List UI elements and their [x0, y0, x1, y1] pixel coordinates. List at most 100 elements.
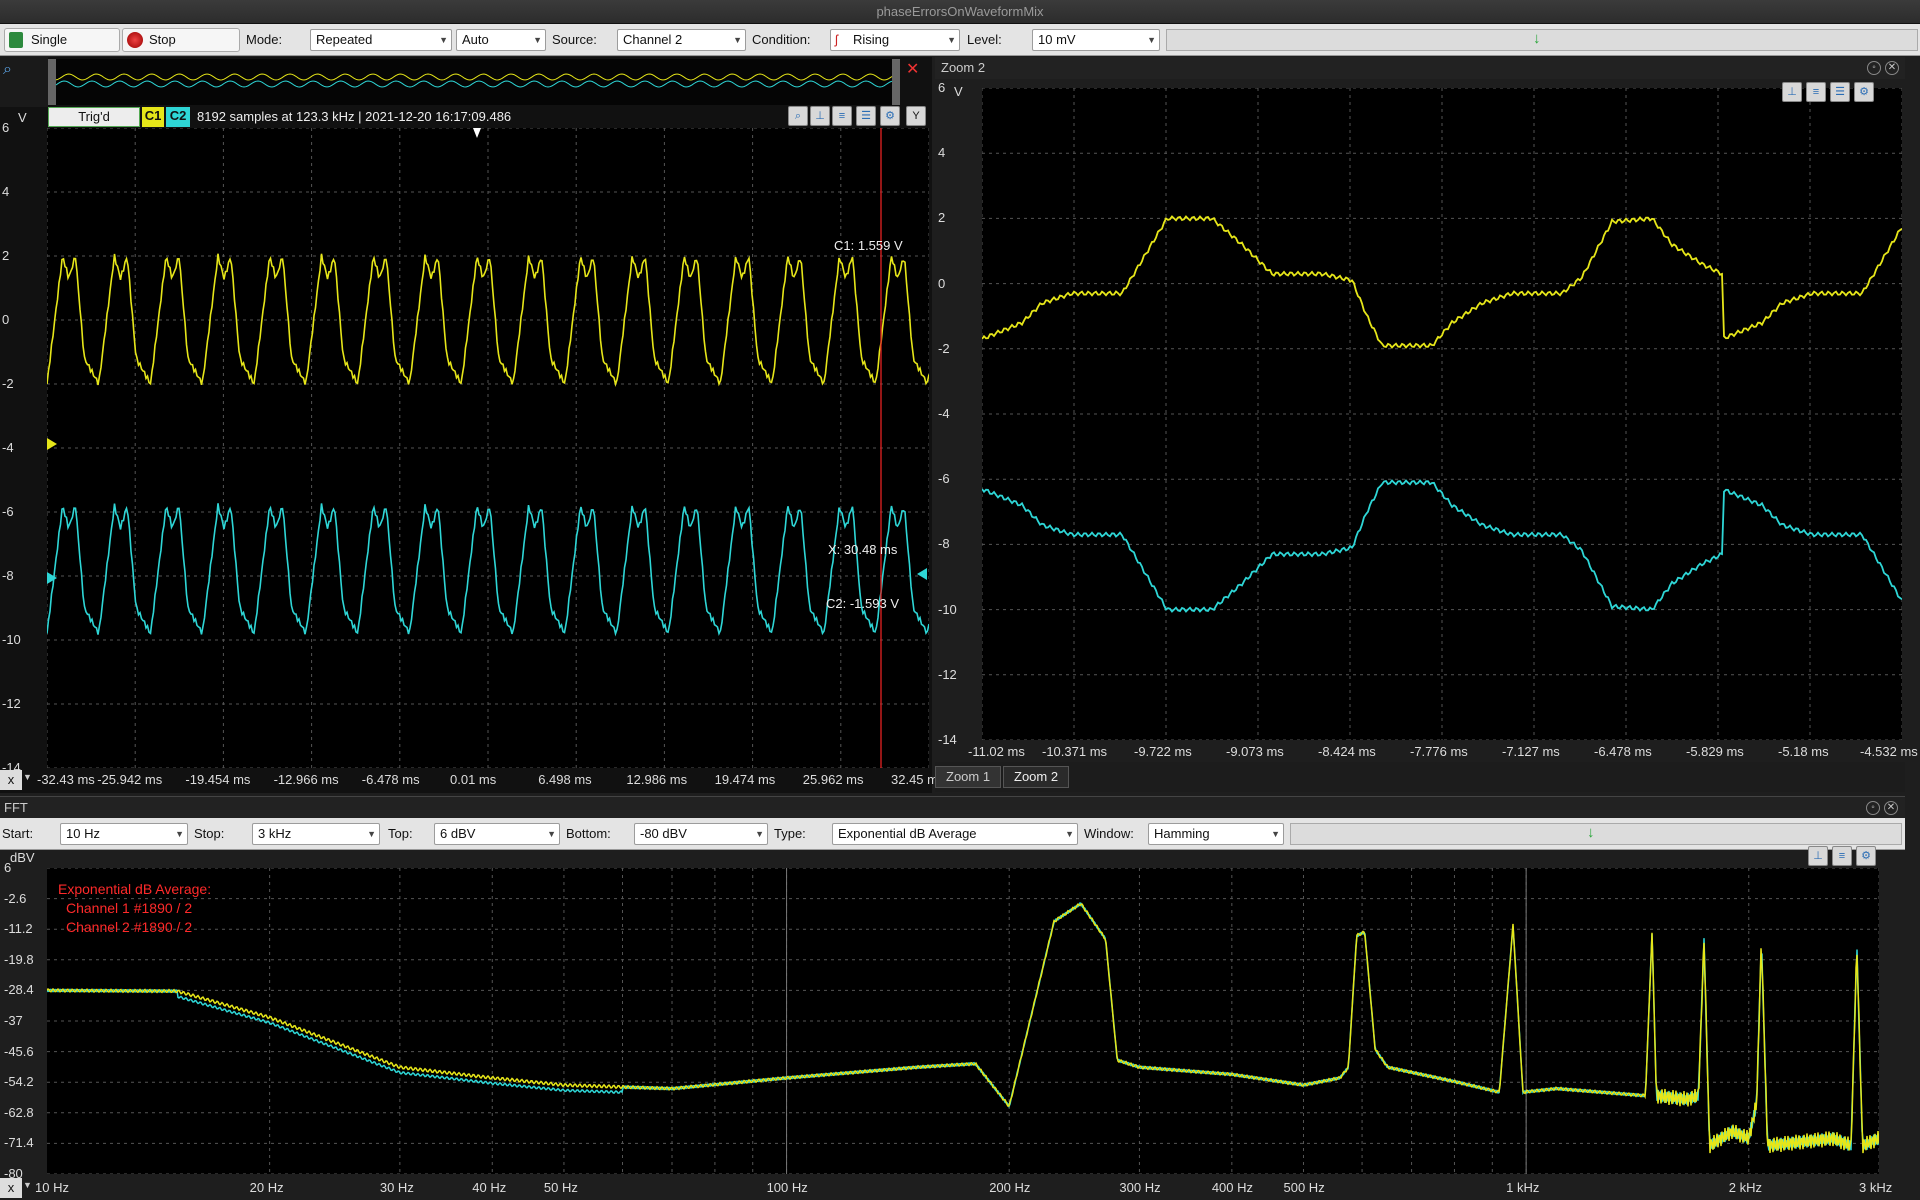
settings-icon[interactable]: ⚙ [1854, 82, 1874, 102]
settings-icon[interactable]: ⚙ [880, 106, 900, 126]
fft-top-label: Top: [388, 826, 413, 841]
chevron-down-icon: ▼ [367, 829, 376, 839]
scope-y-tick-label: 6 [2, 120, 10, 135]
single-icon [9, 32, 23, 48]
fft-bottom-label: Bottom: [566, 826, 611, 841]
zoom-y-tick-label: -4 [938, 406, 950, 421]
acquisition-info: 8192 samples at 123.3 kHz | 2021-12-20 1… [197, 109, 512, 124]
fft-x-tick-label: 1 kHz [1506, 1180, 1540, 1195]
zoom-y-tick-label: -14 [938, 732, 957, 747]
source-label: Source: [552, 32, 597, 47]
c2-badge[interactable]: C2 [166, 107, 190, 127]
fft-top-value: 6 dBV [440, 826, 476, 841]
cursor-tool-icon[interactable]: ⊥ [810, 106, 830, 126]
restore-icon[interactable]: ◦ [1866, 801, 1880, 815]
zoom-y-tick-label: -2 [938, 340, 950, 356]
close-icon[interactable]: ✕ [906, 59, 919, 79]
fft-y-tick-label: -11.2 [4, 921, 33, 937]
trigger-level-marker-icon[interactable] [917, 568, 927, 580]
overview-strip[interactable] [48, 59, 900, 105]
zoom-icon[interactable]: ⌕ [3, 61, 12, 79]
scope-y-tick-label: -6 [2, 504, 14, 519]
trigger-level-slider[interactable] [1166, 29, 1918, 51]
scope-y-tick-label: 4 [2, 184, 10, 199]
zoom-x-tick-label: -7.127 ms [1502, 744, 1560, 759]
fft-legend-channel1: Channel 1 #1890 / 2 [66, 900, 193, 916]
fft-toolbar: Start: 10 Hz ▼ Stop: 3 kHz ▼ Top: 6 dBV ▼ B… [0, 818, 1905, 850]
tab-zoom-2[interactable]: Zoom 2 [1003, 766, 1070, 788]
measure-tool-icon[interactable]: ≡ [1832, 846, 1852, 866]
zoom-x-tick-label: -7.776 ms [1410, 744, 1468, 759]
zoom-x-tick-label: -5.18 ms [1778, 744, 1829, 759]
list-tool-icon[interactable]: ☰ [856, 106, 876, 126]
fft-legend-channel2: Channel 2 #1890 / 2 [66, 919, 193, 935]
auto-select[interactable]: Auto ▼ [456, 29, 546, 51]
chevron-down-icon: ▼ [533, 35, 542, 45]
chevron-down-icon[interactable]: ▼ [23, 1180, 32, 1190]
c1-badge[interactable]: C1 [142, 107, 164, 127]
scope-y-tick-label: 2 [2, 248, 10, 263]
scope-y-tick-label: -12 [2, 696, 21, 711]
window-title: phaseErrorsOnWaveformMix [0, 0, 1920, 24]
scope-y-tick-label: 0 [2, 312, 10, 327]
fft-x-tick-label: 40 Hz [472, 1180, 507, 1195]
fft-x-tick-label: 50 Hz [543, 1180, 578, 1195]
zoom-x-tick-label: -8.424 ms [1318, 744, 1376, 759]
level-input[interactable]: 10 mV ▼ [1032, 29, 1160, 51]
tab-zoom-1[interactable]: Zoom 1 [935, 766, 1002, 788]
fft-y-tick-label: -19.8 [4, 951, 34, 967]
zoom-y-tick-label: 6 [938, 80, 946, 95]
list-tool-icon[interactable]: ☰ [1830, 82, 1850, 102]
y-axis-button[interactable]: Y [906, 106, 926, 126]
measure-tool-icon[interactable]: ≡ [832, 106, 852, 126]
cursor-c1-readout: C1: 1.559 V [834, 238, 903, 253]
fft-slider[interactable] [1290, 823, 1902, 845]
fft-type-value: Exponential dB Average [838, 826, 977, 841]
fft-stop-input[interactable]: 3 kHz ▼ [252, 823, 380, 845]
level-label: Level: [967, 32, 1002, 47]
chevron-down-icon: ▼ [1147, 35, 1156, 45]
condition-select[interactable]: ʃ Rising ▼ [830, 29, 960, 51]
zoom-panel-header: Zoom 2 ◦ ✕ [935, 57, 1905, 79]
close-icon[interactable]: ✕ [1884, 801, 1898, 815]
settings-icon[interactable]: ⚙ [1856, 846, 1876, 866]
trigger-marker-icon[interactable] [473, 128, 481, 138]
fft-x-tick-label: 200 Hz [989, 1180, 1031, 1195]
scope-x-tick-label: -12.966 ms [273, 772, 339, 787]
fft-y-tick-label: -71.4 [4, 1135, 34, 1151]
fft-x-tick-label: 3 kHz [1859, 1180, 1893, 1195]
stop-button[interactable]: Stop [122, 28, 240, 52]
chevron-down-icon[interactable]: ▼ [23, 772, 32, 782]
close-icon[interactable]: ✕ [1885, 61, 1899, 75]
zoom-x-tick-label: -11.02 ms [968, 744, 1025, 759]
cursor-tool-icon[interactable]: ⊥ [1808, 846, 1828, 866]
scope-x-tick-label: 12.986 ms [626, 772, 688, 787]
scope-x-tick-label: 25.962 ms [802, 772, 864, 787]
fft-x-button[interactable]: x [0, 1178, 22, 1198]
ch2-offset-marker-icon[interactable] [47, 572, 57, 584]
scope-x-button[interactable]: x [0, 770, 22, 790]
fft-bottom-input[interactable]: -80 dBV ▼ [634, 823, 768, 845]
cursor-tool-icon[interactable]: ⊥ [1782, 82, 1802, 102]
zoom-tool-icon[interactable]: ⌕ [788, 106, 808, 126]
source-select[interactable]: Channel 2 ▼ [617, 29, 746, 51]
zoom-y-tick-label: -8 [938, 536, 950, 552]
restore-icon[interactable]: ◦ [1867, 61, 1881, 75]
fft-type-select[interactable]: Exponential dB Average ▼ [832, 823, 1078, 845]
fft-x-tick-label: 100 Hz [766, 1180, 808, 1195]
zoom-y-tick-label: -6 [938, 471, 950, 487]
single-button[interactable]: Single [4, 28, 120, 52]
fft-stop-value: 3 kHz [258, 826, 292, 841]
scope-x-tick-label: -32.43 ms [37, 772, 95, 787]
fft-window-select[interactable]: Hamming ▼ [1148, 823, 1284, 845]
zoom-y-tick-label: 4 [938, 145, 946, 161]
zoom-plot[interactable] [982, 88, 1902, 740]
stop-label: Stop [149, 32, 176, 47]
scope-plot[interactable] [47, 128, 929, 768]
fft-y-tick-label: -54.2 [4, 1074, 34, 1090]
measure-tool-icon[interactable]: ≡ [1806, 82, 1826, 102]
mode-select[interactable]: Repeated ▼ [310, 29, 452, 51]
fft-start-input[interactable]: 10 Hz ▼ [60, 823, 188, 845]
fft-plot[interactable] [47, 868, 1879, 1174]
fft-top-input[interactable]: 6 dBV ▼ [434, 823, 560, 845]
